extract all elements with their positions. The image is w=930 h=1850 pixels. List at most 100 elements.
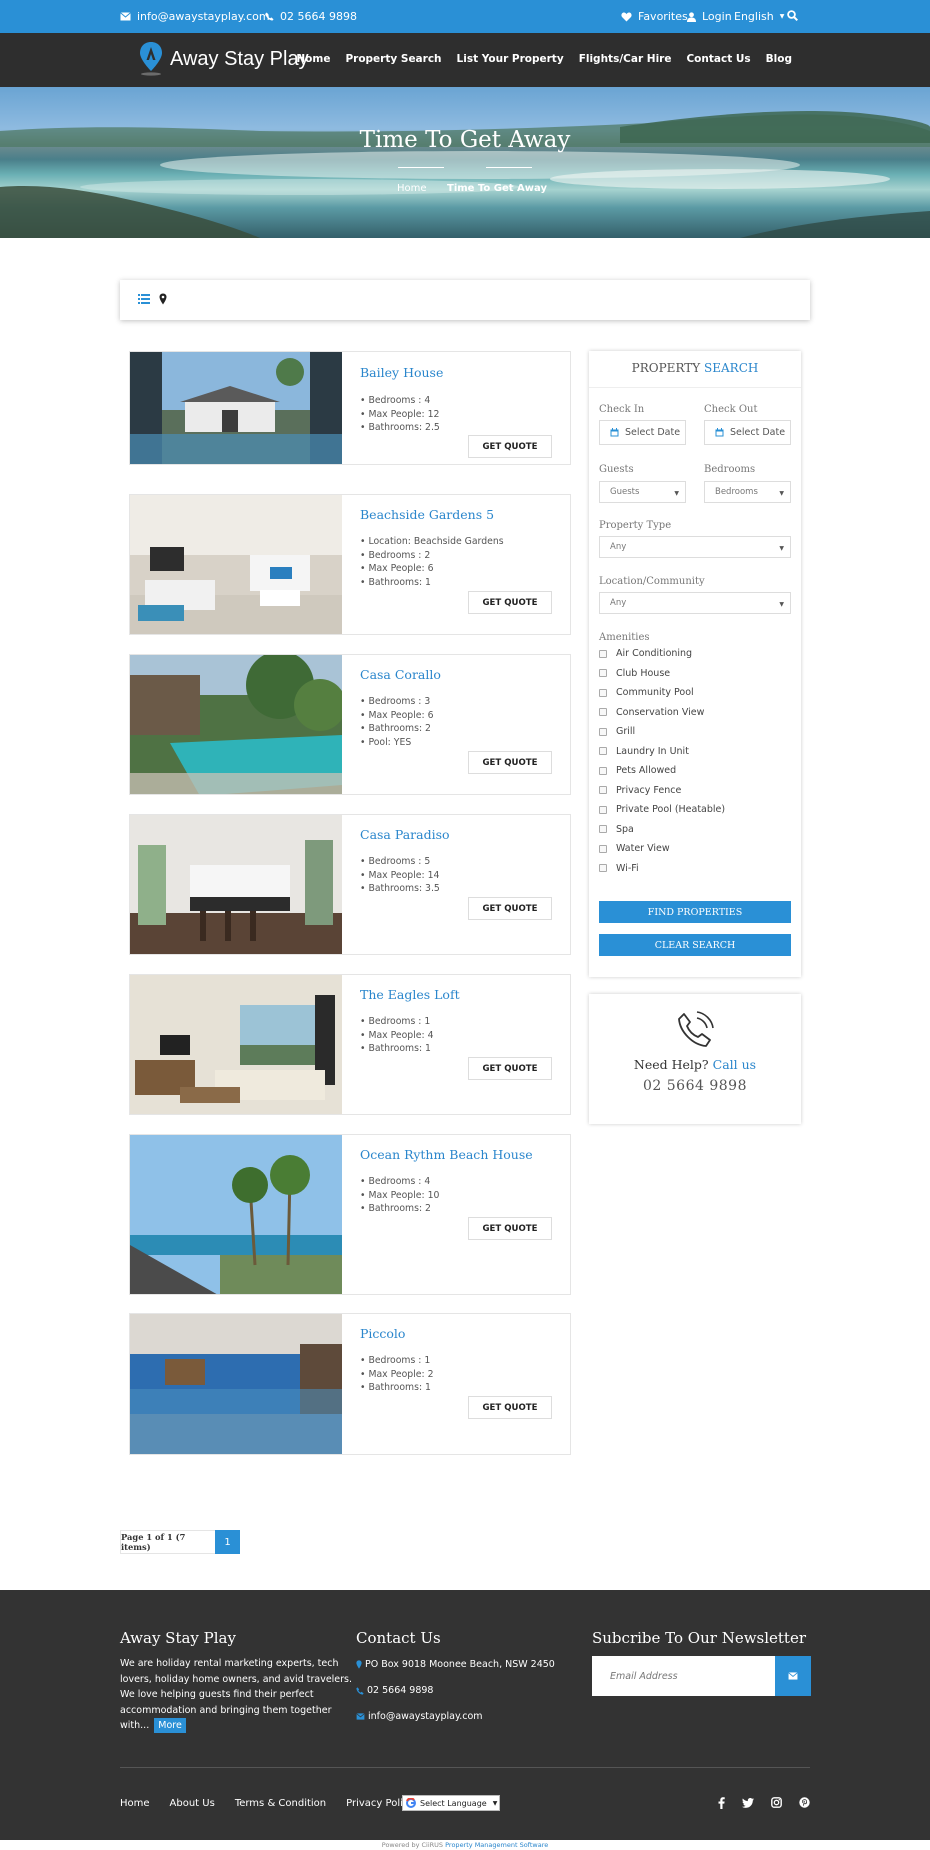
amenity-checkbox[interactable]: Privacy Fence: [599, 785, 681, 796]
listing-photo[interactable]: [130, 1314, 342, 1454]
clear-search-button[interactable]: CLEAR SEARCH: [599, 934, 791, 956]
footer-phone[interactable]: 02 5664 9898: [356, 1685, 433, 1696]
amenity-checkbox[interactable]: Conservation View: [599, 707, 704, 718]
checkbox[interactable]: [599, 649, 607, 658]
nav-list-your-property[interactable]: List Your Property: [457, 53, 564, 65]
listing-name[interactable]: Casa Corallo: [360, 667, 441, 682]
amenity-checkbox[interactable]: Water View: [599, 843, 670, 854]
checkbox[interactable]: [599, 766, 607, 775]
checkbox[interactable]: [599, 708, 607, 716]
facebook-icon[interactable]: [718, 1797, 725, 1809]
checkbox[interactable]: [599, 825, 607, 833]
envelope-icon: [356, 1713, 365, 1720]
listing-name[interactable]: Ocean Rythm Beach House: [360, 1147, 533, 1162]
amenity-checkbox[interactable]: Wi-Fi: [599, 863, 639, 874]
amenity-checkbox[interactable]: Private Pool (Heatable): [599, 804, 725, 815]
listing-name[interactable]: Casa Paradiso: [360, 827, 450, 842]
property-type-select[interactable]: Any ▼: [599, 536, 791, 558]
topbar-email[interactable]: info@awaystayplay.com: [120, 10, 270, 23]
checkbox[interactable]: [599, 844, 607, 853]
listing-name[interactable]: Piccolo: [360, 1326, 405, 1341]
topbar-search-button[interactable]: [787, 10, 798, 21]
page-1-button[interactable]: 1: [215, 1530, 240, 1554]
google-translate-select[interactable]: Select Language ▼: [402, 1795, 500, 1811]
listing-photo[interactable]: [130, 495, 342, 634]
help-phone[interactable]: 02 5664 9898: [589, 1078, 801, 1094]
amenity-checkbox[interactable]: Laundry In Unit: [599, 746, 689, 757]
listing-card[interactable]: Ocean Rythm Beach House • Bedrooms : 4 •…: [129, 1134, 571, 1295]
site-logo[interactable]: Away Stay Play: [138, 41, 309, 77]
bedrooms-select[interactable]: Bedrooms ▼: [704, 481, 791, 503]
get-quote-button[interactable]: GET QUOTE: [468, 1396, 552, 1419]
call-us-link[interactable]: Call us: [713, 1057, 756, 1072]
amenity-checkbox[interactable]: Grill: [599, 726, 635, 737]
listing-card[interactable]: Casa Paradiso • Bedrooms : 5 • Max Peopl…: [129, 814, 571, 955]
check-in-field[interactable]: Select Date: [599, 420, 686, 445]
guests-select[interactable]: Guests ▼: [599, 481, 686, 503]
get-quote-button[interactable]: GET QUOTE: [468, 591, 552, 614]
get-quote-button[interactable]: GET QUOTE: [468, 1217, 552, 1240]
instagram-icon[interactable]: [771, 1797, 782, 1808]
footer-links: Home About Us Terms & Condition Privacy …: [120, 1798, 414, 1809]
twitter-icon[interactable]: [742, 1798, 754, 1808]
get-quote-button[interactable]: GET QUOTE: [468, 1057, 552, 1080]
listing-photo[interactable]: [130, 815, 342, 954]
pinterest-icon[interactable]: [799, 1797, 810, 1808]
amenity-checkbox[interactable]: Spa: [599, 824, 634, 835]
checkbox[interactable]: [599, 669, 607, 677]
amenity-checkbox[interactable]: Club House: [599, 668, 670, 679]
footer-email[interactable]: info@awaystayplay.com: [356, 1711, 483, 1722]
listing-photo[interactable]: [130, 655, 342, 794]
site-footer: Away Stay Play We are holiday rental mar…: [0, 1590, 930, 1840]
listing-name[interactable]: The Eagles Loft: [360, 987, 460, 1002]
nav-property-search[interactable]: Property Search: [345, 53, 441, 65]
listing-photo[interactable]: [130, 975, 342, 1114]
checkbox[interactable]: [599, 688, 607, 697]
footer-link-about-us[interactable]: About Us: [170, 1798, 215, 1809]
check-out-field[interactable]: Select Date: [704, 420, 791, 445]
listing-card[interactable]: Bailey House • Bedrooms : 4 • Max People…: [129, 351, 571, 465]
nav-contact-us[interactable]: Contact Us: [686, 53, 750, 65]
listing-card[interactable]: Casa Corallo • Bedrooms : 3 • Max People…: [129, 654, 571, 795]
language-dropdown[interactable]: English ▼: [734, 10, 784, 23]
get-quote-button[interactable]: GET QUOTE: [468, 751, 552, 774]
listing-name[interactable]: Bailey House: [360, 365, 443, 380]
amenity-label: Spa: [616, 823, 634, 835]
breadcrumb-home[interactable]: Home: [397, 183, 427, 194]
get-quote-button[interactable]: GET QUOTE: [468, 897, 552, 920]
listing-photo[interactable]: [130, 352, 342, 464]
nav-home[interactable]: Home: [296, 53, 330, 65]
find-properties-button[interactable]: FIND PROPERTIES: [599, 901, 791, 923]
listing-card[interactable]: Beachside Gardens 5 • Location: Beachsid…: [129, 494, 571, 635]
nav-blog[interactable]: Blog: [766, 53, 792, 65]
favorites-link[interactable]: Favorites: [621, 10, 688, 23]
location-select[interactable]: Any ▼: [599, 592, 791, 614]
get-quote-button[interactable]: GET QUOTE: [468, 435, 552, 458]
newsletter-submit-button[interactable]: [775, 1656, 811, 1696]
footer-link-home[interactable]: Home: [120, 1798, 150, 1809]
listing-card[interactable]: The Eagles Loft • Bedrooms : 1 • Max Peo…: [129, 974, 571, 1115]
amenity-checkbox[interactable]: Pets Allowed: [599, 765, 676, 776]
search-title-accent: SEARCH: [704, 361, 759, 375]
amenity-checkbox[interactable]: Community Pool: [599, 687, 694, 698]
powered-by-link[interactable]: Property Management Software: [445, 1841, 548, 1849]
list-view-icon[interactable]: [138, 294, 150, 304]
login-link[interactable]: Login: [687, 10, 732, 23]
listing-name[interactable]: Beachside Gardens 5: [360, 507, 494, 522]
map-pin-icon[interactable]: [159, 293, 167, 305]
newsletter-email-input[interactable]: Email Address: [592, 1656, 776, 1696]
checkbox[interactable]: [599, 864, 607, 872]
listing-card[interactable]: Piccolo • Bedrooms : 1 • Max People: 2 •…: [129, 1313, 571, 1455]
more-button[interactable]: More: [154, 1718, 186, 1733]
checkbox[interactable]: [599, 747, 607, 755]
topbar-phone[interactable]: 02 5664 9898: [265, 10, 357, 23]
footer-link-terms[interactable]: Terms & Condition: [235, 1798, 326, 1809]
listing-feature: • Bathrooms: 1: [360, 577, 431, 589]
checkbox[interactable]: [599, 805, 607, 814]
listing-photo[interactable]: [130, 1135, 342, 1294]
nav-flights-car-hire[interactable]: Flights/Car Hire: [579, 53, 672, 65]
panel-divider: [589, 387, 801, 388]
checkbox[interactable]: [599, 786, 607, 794]
amenity-checkbox[interactable]: Air Conditioning: [599, 648, 692, 659]
checkbox[interactable]: [599, 727, 607, 736]
